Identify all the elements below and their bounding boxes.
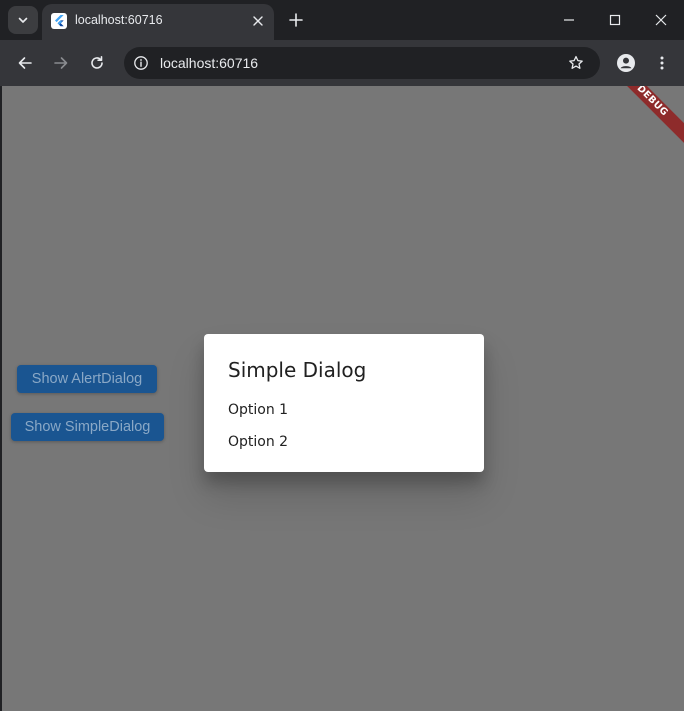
dialog-option-2[interactable]: Option 2 (228, 434, 288, 450)
chevron-down-icon (18, 17, 28, 23)
profile-icon (617, 54, 635, 72)
debug-banner: DEBUG (604, 86, 684, 149)
arrow-left-icon (18, 57, 32, 69)
profile-button[interactable] (614, 51, 638, 75)
browser-menu-button[interactable] (650, 51, 674, 75)
show-alert-dialog-button[interactable]: Show AlertDialog (17, 365, 157, 393)
url-text: localhost:60716 (160, 55, 259, 71)
simple-dialog: Simple Dialog Option 1 Option 2 (204, 334, 484, 472)
maximize-button[interactable] (592, 0, 638, 40)
show-simple-dialog-button[interactable]: Show SimpleDialog (11, 413, 164, 441)
page-viewport: Show AlertDialog Show SimpleDialog DEBUG… (2, 86, 684, 711)
close-icon (253, 16, 263, 26)
address-bar[interactable]: localhost:60716 (124, 47, 600, 79)
reload-button[interactable] (85, 51, 109, 75)
forward-button[interactable] (49, 51, 73, 75)
star-icon (569, 55, 583, 69)
reload-icon (91, 56, 103, 69)
plus-icon (289, 13, 303, 27)
minimize-button[interactable] (546, 0, 592, 40)
bookmark-button[interactable] (566, 53, 586, 73)
back-button[interactable] (13, 51, 37, 75)
close-window-button[interactable] (638, 0, 684, 40)
site-info-button[interactable] (132, 54, 150, 72)
tab-title: localhost:60716 (75, 13, 163, 27)
tab-search-button[interactable] (8, 6, 38, 34)
dialog-title: Simple Dialog (228, 358, 367, 382)
browser-tab[interactable]: localhost:60716 (42, 4, 274, 40)
minimize-icon (564, 19, 574, 21)
info-icon (134, 56, 148, 70)
dialog-option-1[interactable]: Option 1 (228, 402, 288, 418)
close-icon (655, 14, 667, 26)
maximize-icon (609, 14, 621, 26)
kebab-menu-icon (660, 56, 664, 70)
new-tab-button[interactable] (284, 8, 308, 32)
flutter-logo-icon (51, 13, 67, 29)
tab-strip: localhost:60716 (0, 0, 684, 40)
browser-toolbar: localhost:60716 (0, 40, 684, 86)
arrow-right-icon (54, 57, 68, 69)
tab-close-button[interactable] (250, 13, 266, 29)
